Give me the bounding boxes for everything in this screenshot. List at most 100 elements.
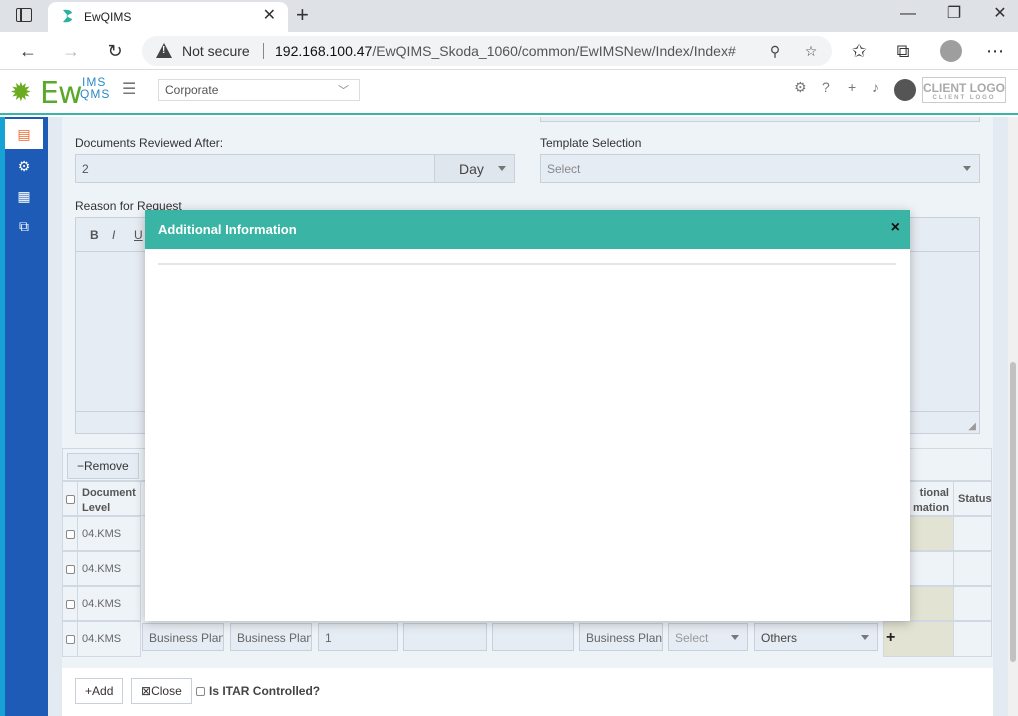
favorites-icon[interactable]: ✩ — [848, 40, 870, 62]
dropdown-arrow-icon — [731, 635, 739, 640]
add-favorite-icon[interactable]: ☆ — [802, 42, 820, 60]
dropdown-arrow-icon — [498, 166, 506, 171]
zoom-icon[interactable]: ⚲ — [766, 42, 784, 60]
row-additional-info-cell[interactable] — [908, 586, 954, 621]
minimize-icon[interactable]: — — [898, 4, 918, 24]
row-cell — [62, 586, 78, 621]
plus-icon: + — [85, 684, 93, 698]
close-button[interactable]: ⊠Close — [131, 678, 192, 704]
italic-icon[interactable]: I — [112, 228, 115, 242]
row-checkbox[interactable] — [66, 600, 75, 609]
row-additional-info-cell: + — [883, 621, 954, 657]
security-label[interactable]: Not secure — [182, 43, 250, 59]
row-revision-input[interactable]: 1 — [318, 623, 398, 651]
reviewed-after-input[interactable]: 2 — [75, 154, 435, 183]
reload-icon[interactable]: ↻ — [104, 40, 126, 62]
dropdown-arrow-icon — [861, 635, 869, 640]
col-header-status: Status — [953, 481, 992, 516]
row-status-cell — [953, 516, 992, 551]
close-button-label: Close — [151, 684, 182, 698]
row-document-level: 04.KMS — [77, 516, 141, 551]
browser-tab-bar: EwQIMS ✕ + — ❐ ✕ — [0, 0, 1018, 32]
row-cell — [62, 621, 78, 657]
select-all-checkbox[interactable] — [66, 495, 75, 504]
user-avatar[interactable] — [894, 79, 916, 101]
url-host: 192.168.100.47 — [275, 43, 373, 59]
url-text[interactable]: 192.168.100.47/EwQIMS_Skoda_1060/common/… — [275, 43, 736, 59]
back-icon[interactable]: ← — [17, 40, 39, 62]
restore-icon[interactable]: ❐ — [944, 4, 964, 24]
resize-handle-icon[interactable]: ◢ — [968, 421, 976, 432]
app-logo[interactable]: ✹ Ew IMS QMS — [10, 73, 109, 111]
profile-avatar[interactable] — [940, 40, 962, 62]
url-path: /EwQIMS_Skoda_1060/common/EwIMSNew/Index… — [372, 43, 736, 59]
row-document-name-input[interactable]: Business Plan — [230, 623, 312, 651]
row-checkbox[interactable] — [66, 530, 75, 539]
template-selection-select[interactable]: Select — [540, 154, 980, 183]
row-checkbox[interactable] — [66, 565, 75, 574]
logo-star-icon: ✹ — [10, 77, 32, 107]
client-logo-subtext: CLIENT LOGO — [932, 95, 996, 101]
remove-button[interactable]: −Remove — [67, 453, 139, 479]
period-unit-select[interactable]: Day — [434, 154, 515, 183]
row-category-value: Others — [761, 631, 798, 645]
row-empty-input-1[interactable] — [403, 623, 487, 651]
row-category-dropdown[interactable]: Others — [754, 623, 878, 651]
ewqims-favicon-icon — [63, 9, 72, 23]
copy-icon[interactable]: ⧉ — [5, 211, 43, 241]
warning-icon — [156, 43, 172, 58]
settings-cogs-icon[interactable]: ⚙ — [5, 151, 43, 181]
underline-icon[interactable]: U — [134, 228, 143, 242]
browser-tab[interactable]: EwQIMS ✕ — [48, 2, 288, 32]
left-sidebar: ▤ ⚙ ▦ ⧉ — [0, 117, 48, 716]
row-status-cell — [953, 586, 992, 621]
row-document-title-input[interactable]: Business Plan — [579, 623, 663, 651]
bold-icon[interactable]: B — [90, 228, 99, 242]
omnibox[interactable]: Not secure 192.168.100.47/EwQIMS_Skoda_1… — [142, 36, 832, 66]
row-additional-info-cell[interactable] — [908, 551, 954, 586]
help-icon[interactable]: ? — [822, 79, 830, 95]
building-icon[interactable]: ▦ — [5, 181, 43, 211]
row-empty-input-2[interactable] — [492, 623, 574, 651]
row-document-level: 04.KMS — [77, 586, 141, 621]
organization-select[interactable]: Corporate ﹀ — [158, 79, 360, 101]
forward-icon[interactable]: → — [60, 40, 82, 62]
select-all-cell — [62, 481, 78, 516]
modal-close-icon[interactable]: × — [891, 219, 900, 237]
add-button[interactable]: +Add — [75, 678, 124, 704]
row-cell — [62, 551, 78, 586]
documents-icon[interactable]: ▤ — [5, 119, 43, 149]
settings-gear-icon[interactable]: ⚙ — [794, 79, 807, 96]
row-status-cell — [953, 551, 992, 586]
row-select-value: Select — [675, 631, 709, 645]
remove-button-label: Remove — [84, 459, 129, 473]
modal-title: Additional Information — [158, 222, 297, 237]
window-close-icon[interactable]: ✕ — [990, 4, 1010, 24]
app-header: ✹ Ew IMS QMS ☰ Corporate ﹀ ⚙ ? + ♪ CLIEN… — [0, 71, 1018, 115]
row-status-cell — [953, 621, 992, 657]
itar-checkbox[interactable] — [196, 687, 205, 696]
menu-toggle-icon[interactable]: ☰ — [122, 79, 136, 99]
page-scrollbar[interactable] — [1008, 117, 1018, 716]
scrollbar-thumb[interactable] — [1010, 362, 1016, 662]
client-logo-text: CLIENT LOGO — [923, 81, 1005, 95]
row-additional-info-cell[interactable] — [908, 516, 954, 551]
tab-close-icon[interactable]: ✕ — [263, 8, 276, 24]
row-checkbox[interactable] — [66, 635, 75, 644]
new-tab-icon[interactable]: + — [296, 4, 309, 26]
collections-icon[interactable]: ⧉ — [892, 40, 914, 62]
add-button-label: Add — [92, 684, 114, 698]
template-selection-label: Template Selection — [540, 136, 642, 150]
add-icon[interactable]: + — [848, 79, 856, 95]
tab-actions-icon[interactable] — [16, 8, 32, 22]
add-info-plus-icon[interactable]: + — [886, 629, 895, 647]
reviewed-after-label: Documents Reviewed After: — [75, 136, 224, 150]
previous-field-bottom — [540, 117, 980, 122]
notification-bell-icon[interactable]: ♪ — [872, 79, 879, 95]
row-select-dropdown[interactable]: Select — [668, 623, 748, 651]
row-document-type-input[interactable]: Business Plan — [142, 623, 224, 651]
logo-text: Ew — [40, 76, 82, 111]
modal-divider — [158, 263, 896, 265]
client-logo: CLIENT LOGO CLIENT LOGO — [922, 77, 1006, 103]
more-menu-icon[interactable]: ⋯ — [984, 40, 1006, 62]
